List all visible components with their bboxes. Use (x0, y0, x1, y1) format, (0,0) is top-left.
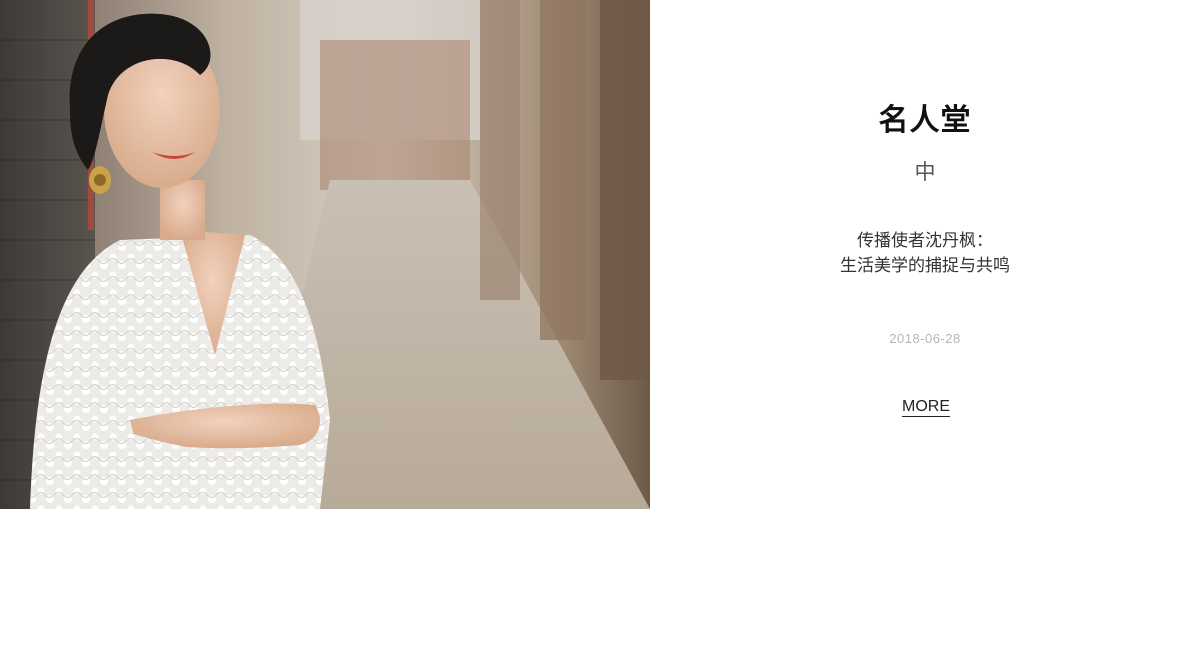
section-title: 名人堂 (878, 103, 972, 138)
headline-line-2: 生活美学的捕捉与共鸣 (840, 256, 1010, 276)
article-headline[interactable]: 传播使者沈丹枫： 生活美学的捕捉与共鸣 (650, 229, 1200, 279)
more-link[interactable]: MORE (902, 398, 950, 417)
section-subtitle: 中 (914, 160, 936, 184)
headline-line-1: 传播使者沈丹枫： (857, 231, 993, 251)
portrait-image (0, 0, 650, 509)
article-panel: 名人堂 中 传播使者沈丹枫： 生活美学的捕捉与共鸣 2018-06-28 MOR… (650, 0, 1200, 509)
publish-date: 2018-06-28 (889, 331, 961, 346)
feature-photo[interactable] (0, 0, 650, 509)
